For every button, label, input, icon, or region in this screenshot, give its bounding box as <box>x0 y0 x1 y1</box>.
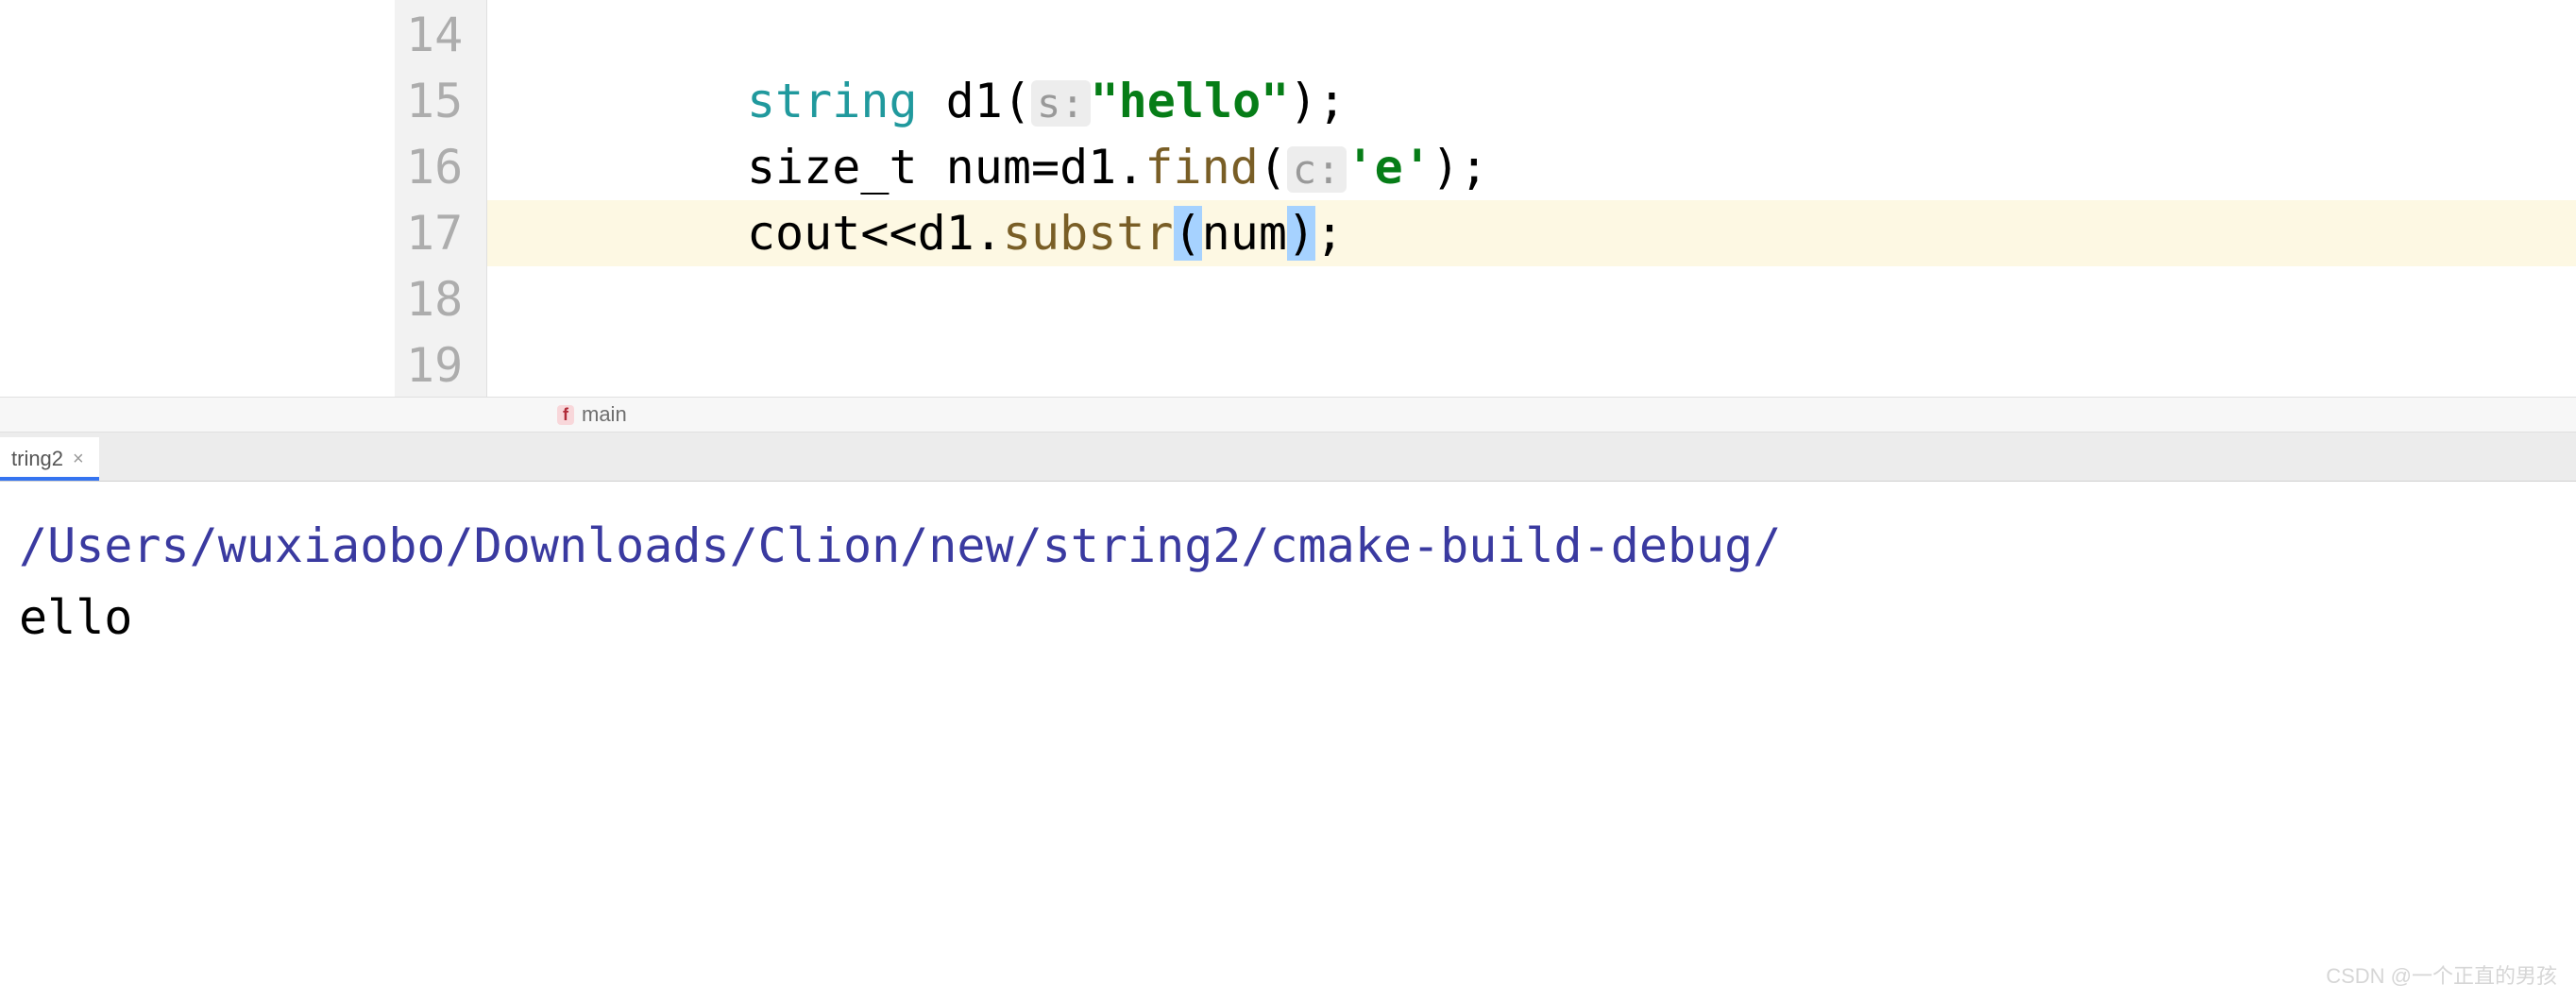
tab-label: tring2 <box>11 447 63 471</box>
line-number[interactable]: 14 <box>395 2 486 68</box>
console-area[interactable]: /Users/wuxiaobo/Downloads/Clion/new/stri… <box>0 482 2576 663</box>
keyword-string: string <box>747 74 918 128</box>
line-number[interactable]: 18 <box>395 266 486 332</box>
type-size-t: size_t <box>747 140 918 195</box>
code-line-19[interactable] <box>487 332 2576 399</box>
close-icon[interactable]: × <box>73 449 84 470</box>
left-margin <box>0 0 395 397</box>
line-number[interactable]: 17 <box>395 200 486 266</box>
breadcrumb-label[interactable]: main <box>582 402 627 427</box>
console-tab[interactable]: tring2 × <box>0 437 99 481</box>
char-literal: 'e' <box>1347 140 1432 195</box>
breadcrumb-bar[interactable]: f main <box>0 397 2576 433</box>
code-area[interactable]: string d1(s:"hello"); size_t num=d1.find… <box>487 0 2576 397</box>
gutter[interactable]: 14 15 16 17 18 19 <box>395 0 487 397</box>
string-literal: "hello" <box>1091 74 1290 128</box>
paren-open-match: ( <box>1174 206 1202 261</box>
code-line-15[interactable]: string d1(s:"hello"); <box>487 68 2576 134</box>
func-find: find <box>1144 140 1258 195</box>
code-line-14[interactable] <box>487 2 2576 68</box>
paren-close-match: ) <box>1287 206 1315 261</box>
function-icon: f <box>557 405 574 425</box>
watermark: CSDN @一个正直的男孩 <box>2326 959 2557 990</box>
console-path: /Users/wuxiaobo/Downloads/Clion/new/stri… <box>19 510 2557 582</box>
code-line-18[interactable] <box>487 266 2576 332</box>
line-number[interactable]: 19 <box>395 332 486 399</box>
line-number[interactable]: 15 <box>395 68 486 134</box>
func-substr: substr <box>1003 206 1174 261</box>
console-output: ello <box>19 582 2557 653</box>
code-line-16[interactable]: size_t num=d1.find(c:'e'); <box>487 134 2576 200</box>
console-tab-bar: tring2 × <box>0 433 2576 482</box>
code-line-17-current[interactable]: cout<<d1.substr(num); <box>487 200 2576 266</box>
editor-area: 14 15 16 17 18 19 string d1(s:"hello"); … <box>0 0 2576 397</box>
param-hint: s: <box>1031 80 1091 127</box>
line-number[interactable]: 16 <box>395 134 486 200</box>
param-hint: c: <box>1287 146 1347 193</box>
